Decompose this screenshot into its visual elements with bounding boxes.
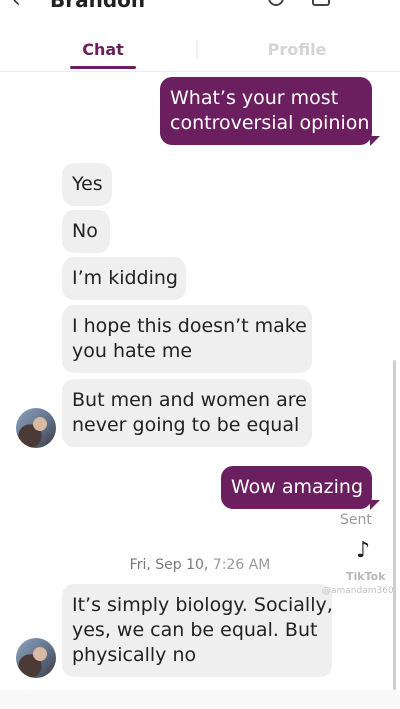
watermark-user: @amandam360 [322,586,394,596]
timestamp-time: 7:26 AM [212,557,271,573]
back-arrow-icon[interactable]: ‹ [12,0,21,10]
message-line: It’s simply biology. Socially, [72,594,333,616]
tab-profile[interactable]: Profile [262,40,332,59]
message-line: But men and women are [72,389,307,411]
video-icon[interactable] [312,0,330,6]
tiktok-logo-icon: ♪ [356,538,371,563]
message-line: yes, we can be equal. But [72,619,318,641]
watermark-brand: TikTok [346,570,386,583]
incoming-message[interactable]: It’s simply biology. Socially, yes, we c… [62,584,333,677]
tab-bar: Chat Profile [0,26,400,72]
incoming-message[interactable]: I’m kidding [62,257,186,300]
incoming-message[interactable]: No [62,210,110,253]
timestamp-day: Fri, Sep 10, [129,557,209,573]
sent-status: Sent [340,512,372,528]
message-line: What’s your most [170,87,339,109]
contact-name[interactable]: Brandon [50,0,145,10]
message-line: I hope this doesn’t make [72,315,307,337]
outgoing-message[interactable]: Wow amazing [221,466,372,509]
chat-header: ‹ Brandon [0,0,400,10]
incoming-message[interactable]: But men and women are never going to be … [62,379,312,447]
message-line: you hate me [72,340,193,362]
tab-chat[interactable]: Chat [70,40,136,59]
incoming-message[interactable]: I hope this doesn’t make you hate me [62,305,312,373]
bubble-tail [370,500,380,510]
message-line: No [72,220,98,242]
avatar[interactable] [16,408,56,448]
message-line: physically no [72,644,197,666]
message-line: Yes [72,173,103,195]
bubble-tail [370,136,380,146]
phone-icon[interactable] [268,0,284,6]
message-line: Wow amazing [231,476,364,498]
outgoing-message[interactable]: What’s your most controversial opinion [160,77,372,145]
tab-divider [196,40,206,58]
avatar[interactable] [16,638,56,678]
message-line: I’m kidding [72,267,178,289]
scrollbar[interactable] [393,360,396,690]
incoming-message[interactable]: Yes [62,163,112,206]
message-line: never going to be equal [72,414,300,436]
active-tab-indicator [70,66,136,69]
message-line: controversial opinion [170,112,370,134]
message-timestamp: Fri, Sep 10, 7:26 AM [0,557,400,573]
composer-edge [0,690,400,709]
